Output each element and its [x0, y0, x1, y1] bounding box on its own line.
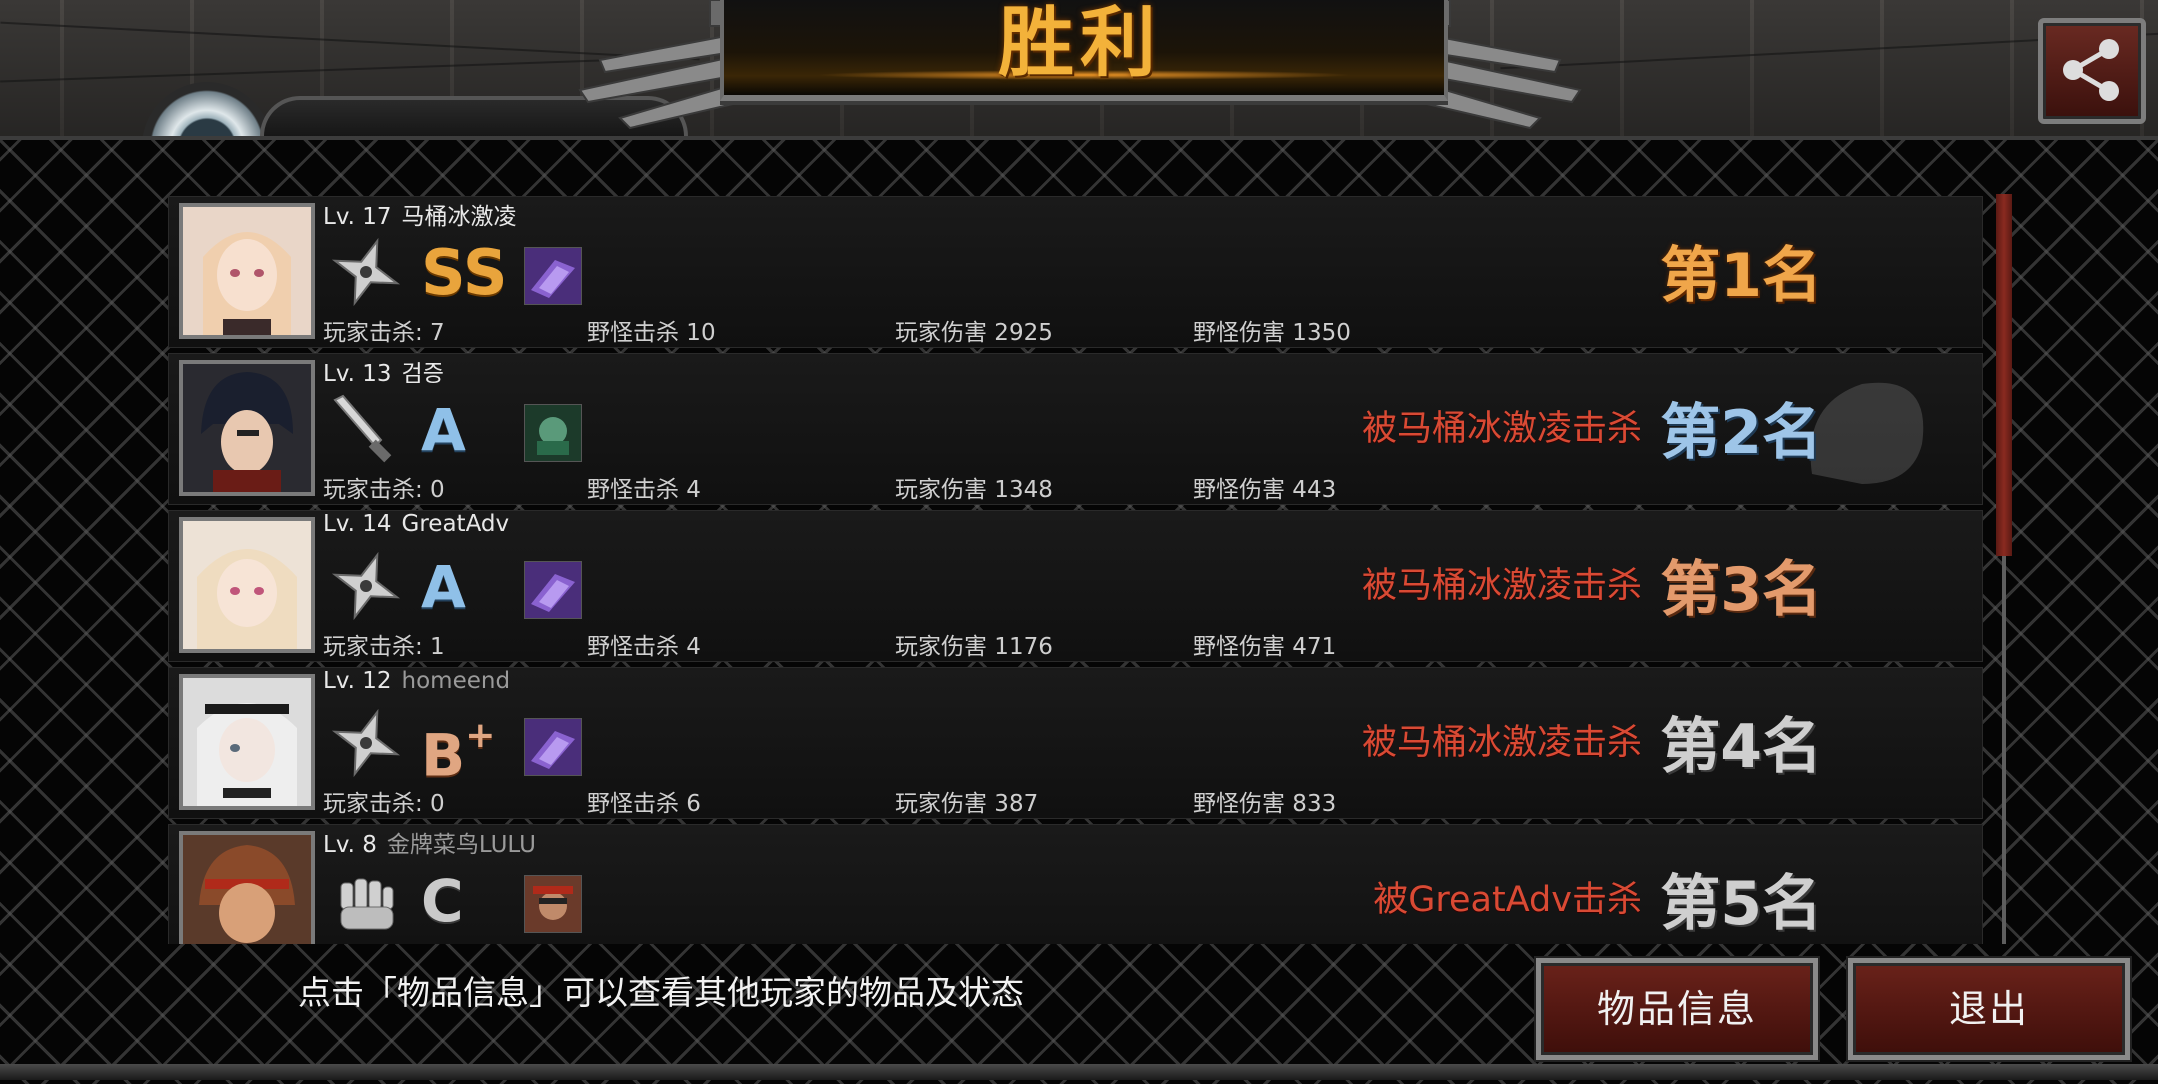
- monster-kills: 野怪击杀 4: [587, 634, 701, 660]
- player-row[interactable]: Lv. 12 homeend B+ 玩家击杀: 0 野怪击杀 6 玩家伤害 387…: [168, 667, 1983, 819]
- player-avatar: [179, 517, 315, 653]
- player-kills: 玩家击杀: 1: [323, 634, 445, 660]
- item-info-button[interactable]: 物品信息: [1536, 958, 1818, 1060]
- equipped-item-icon[interactable]: [524, 875, 582, 933]
- scrollbar-thumb[interactable]: [1996, 194, 2012, 556]
- player-name: 金牌菜鸟LULU: [386, 832, 536, 858]
- rank-label: 第4名: [1660, 712, 1822, 782]
- player-damage: 玩家伤害 387: [895, 791, 1039, 817]
- player-name: homeend: [401, 668, 511, 694]
- player-level-name: Lv. 17 马桶冰激凌: [323, 197, 517, 231]
- rank-label: 第3名: [1660, 555, 1822, 625]
- page-title: 胜利: [998, 0, 1162, 87]
- grade-badge: A: [421, 396, 466, 464]
- grade-plus: +: [465, 715, 496, 756]
- grade-letter: B: [421, 721, 466, 790]
- player-level-name: Lv. 13 검증: [323, 354, 444, 388]
- player-damage: 玩家伤害 1348: [895, 477, 1053, 503]
- player-name: GreatAdv: [401, 511, 510, 537]
- player-level: Lv. 8: [323, 832, 377, 858]
- exit-button[interactable]: 退出: [1848, 958, 2130, 1060]
- monster-damage: 野怪伤害 471: [1193, 634, 1337, 660]
- grade-badge: SS: [421, 236, 508, 309]
- equipped-item-icon[interactable]: [524, 404, 582, 462]
- player-avatar: [179, 831, 315, 944]
- shuriken-icon: [331, 237, 401, 307]
- share-icon: [2063, 39, 2119, 101]
- killed-by-label: 被马桶冰激凌击杀: [1361, 723, 1642, 763]
- knife-icon: [333, 394, 392, 463]
- rank-label: 第5名: [1660, 869, 1822, 939]
- monster-kills: 野怪击杀 10: [587, 320, 716, 346]
- killed-by-label: 被马桶冰激凌击杀: [1361, 409, 1642, 449]
- monster-kills: 野怪击杀 6: [587, 791, 701, 817]
- monster-damage: 野怪伤害 443: [1193, 477, 1337, 503]
- player-row[interactable]: Lv. 14 GreatAdv A 玩家击杀: 1 野怪击杀 4 玩家伤害 117…: [168, 510, 1983, 662]
- player-level: Lv. 13: [323, 361, 392, 387]
- player-kills: 玩家击杀: 0: [323, 477, 445, 503]
- grade-badge: B+: [421, 704, 501, 789]
- player-row[interactable]: Lv. 17 马桶冰激凌 SS 玩家击杀: 7 野怪击杀 10 玩家伤害 2925…: [168, 196, 1983, 348]
- monster-kills: 野怪击杀 4: [587, 477, 701, 503]
- grade-badge: C: [421, 867, 464, 935]
- monster-damage: 野怪伤害 833: [1193, 791, 1337, 817]
- rank-label: 第1名: [1660, 241, 1822, 311]
- player-damage: 玩家伤害 1176: [895, 634, 1053, 660]
- bottom-frame: [0, 1064, 2158, 1080]
- killed-by-label: 被GreatAdv击杀: [1373, 880, 1642, 920]
- player-damage: 玩家伤害 2925: [895, 320, 1053, 346]
- player-avatar: [179, 674, 315, 810]
- grade-badge: A: [421, 553, 466, 621]
- player-kills: 玩家击杀: 0: [323, 791, 445, 817]
- results-list[interactable]: Lv. 17 马桶冰激凌 SS 玩家击杀: 7 野怪击杀 10 玩家伤害 2925…: [168, 196, 1988, 944]
- hint-text: 点击「物品信息」可以查看其他玩家的物品及状态: [298, 973, 1024, 1012]
- equipped-item-icon[interactable]: [524, 561, 582, 619]
- monster-damage: 野怪伤害 1350: [1193, 320, 1351, 346]
- player-level: Lv. 12: [323, 668, 392, 694]
- rank-label: 第2名: [1660, 398, 1822, 468]
- equipped-item-icon[interactable]: [524, 247, 582, 305]
- team-emblem: [142, 82, 276, 142]
- player-level-name: Lv. 8 金牌菜鸟LULU: [323, 825, 536, 859]
- equipped-item-icon[interactable]: [524, 718, 582, 776]
- player-row[interactable]: Lv. 8 金牌菜鸟LULU C 被GreatAdv击杀 第5名: [168, 824, 1983, 944]
- player-kills: 玩家击杀: 7: [323, 320, 445, 346]
- player-avatar: [179, 360, 315, 496]
- shuriken-icon: [331, 551, 401, 621]
- player-avatar: [179, 203, 315, 339]
- share-button[interactable]: [2038, 18, 2146, 124]
- player-level-name: Lv. 14 GreatAdv: [323, 511, 509, 537]
- player-level: Lv. 17: [323, 204, 392, 230]
- player-name: 검증: [401, 361, 444, 387]
- player-name: 马桶冰激凌: [401, 204, 517, 230]
- player-row[interactable]: Lv. 13 검증 A 玩家击杀: 0 野怪击杀 4 玩家伤害 1348 野怪伤害…: [168, 353, 1983, 505]
- player-level: Lv. 14: [323, 511, 392, 537]
- player-level-name: Lv. 12 homeend: [323, 668, 510, 694]
- shuriken-icon: [331, 708, 401, 778]
- fist-icon: [340, 878, 394, 930]
- killed-by-label: 被马桶冰激凌击杀: [1361, 566, 1642, 606]
